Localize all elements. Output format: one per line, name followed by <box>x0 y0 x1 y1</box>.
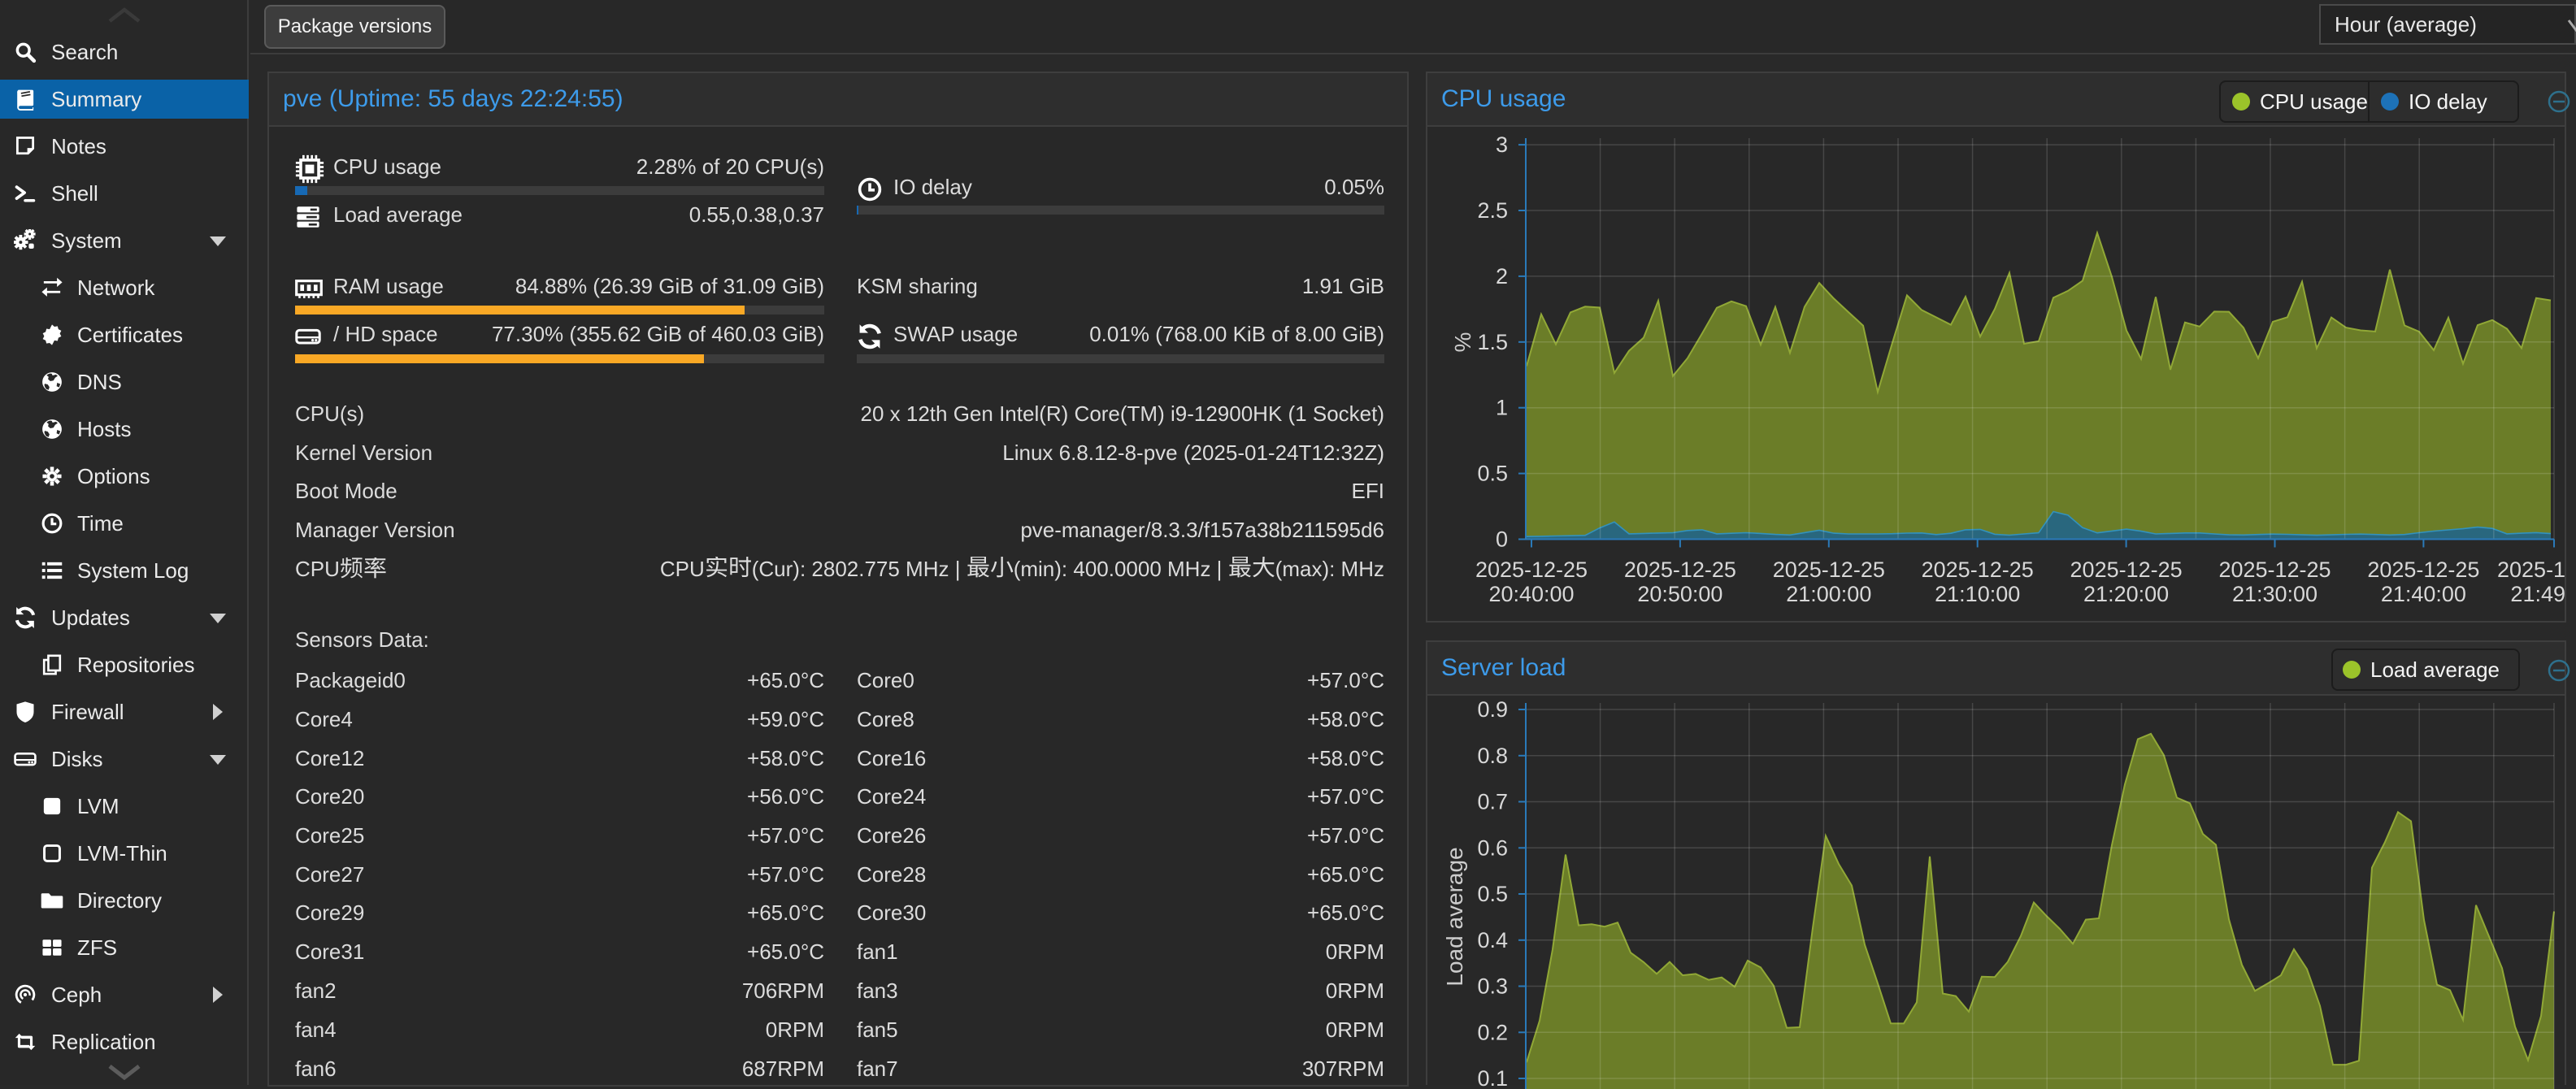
svg-text:2025-12-25: 2025-12-25 <box>2070 558 2183 582</box>
svg-text:0.9: 0.9 <box>1477 697 1508 722</box>
svg-text:20:50:00: 20:50:00 <box>1637 582 1722 606</box>
svg-text:2025-12-25: 2025-12-25 <box>2367 558 2479 582</box>
svg-text:21:30:00: 21:30:00 <box>2232 582 2318 606</box>
svg-text:%: % <box>1450 332 1475 353</box>
svg-text:0.6: 0.6 <box>1477 835 1508 860</box>
svg-text:0.1: 0.1 <box>1477 1066 1508 1089</box>
svg-text:2: 2 <box>1496 264 1508 289</box>
svg-text:21:40:00: 21:40:00 <box>2381 582 2466 606</box>
svg-text:21:49: 21:49 <box>2510 582 2565 606</box>
svg-text:2025-12-25: 2025-12-25 <box>1475 558 1588 582</box>
svg-text:0.7: 0.7 <box>1477 790 1508 814</box>
svg-text:0: 0 <box>1496 527 1508 552</box>
svg-text:Load average: Load average <box>1442 847 1467 986</box>
svg-text:2025-12-25: 2025-12-25 <box>1773 558 1885 582</box>
svg-text:1: 1 <box>1496 396 1508 420</box>
svg-text:0.3: 0.3 <box>1477 974 1508 999</box>
svg-text:2025-1: 2025-1 <box>2497 558 2565 582</box>
svg-text:1.5: 1.5 <box>1477 330 1508 354</box>
svg-text:0.5: 0.5 <box>1477 882 1508 906</box>
svg-text:2025-12-25: 2025-12-25 <box>2218 558 2331 582</box>
svg-text:0.4: 0.4 <box>1477 928 1508 952</box>
svg-text:0.5: 0.5 <box>1477 462 1508 486</box>
svg-text:0.2: 0.2 <box>1477 1020 1508 1044</box>
svg-text:21:10:00: 21:10:00 <box>1935 582 2020 606</box>
svg-text:21:00:00: 21:00:00 <box>1786 582 1871 606</box>
svg-text:3: 3 <box>1496 132 1508 157</box>
svg-text:21:20:00: 21:20:00 <box>2083 582 2169 606</box>
svg-text:2.5: 2.5 <box>1477 198 1508 223</box>
svg-text:0.8: 0.8 <box>1477 744 1508 768</box>
svg-text:20:40:00: 20:40:00 <box>1488 582 1574 606</box>
svg-text:2025-12-25: 2025-12-25 <box>1624 558 1736 582</box>
svg-text:2025-12-25: 2025-12-25 <box>1922 558 2034 582</box>
